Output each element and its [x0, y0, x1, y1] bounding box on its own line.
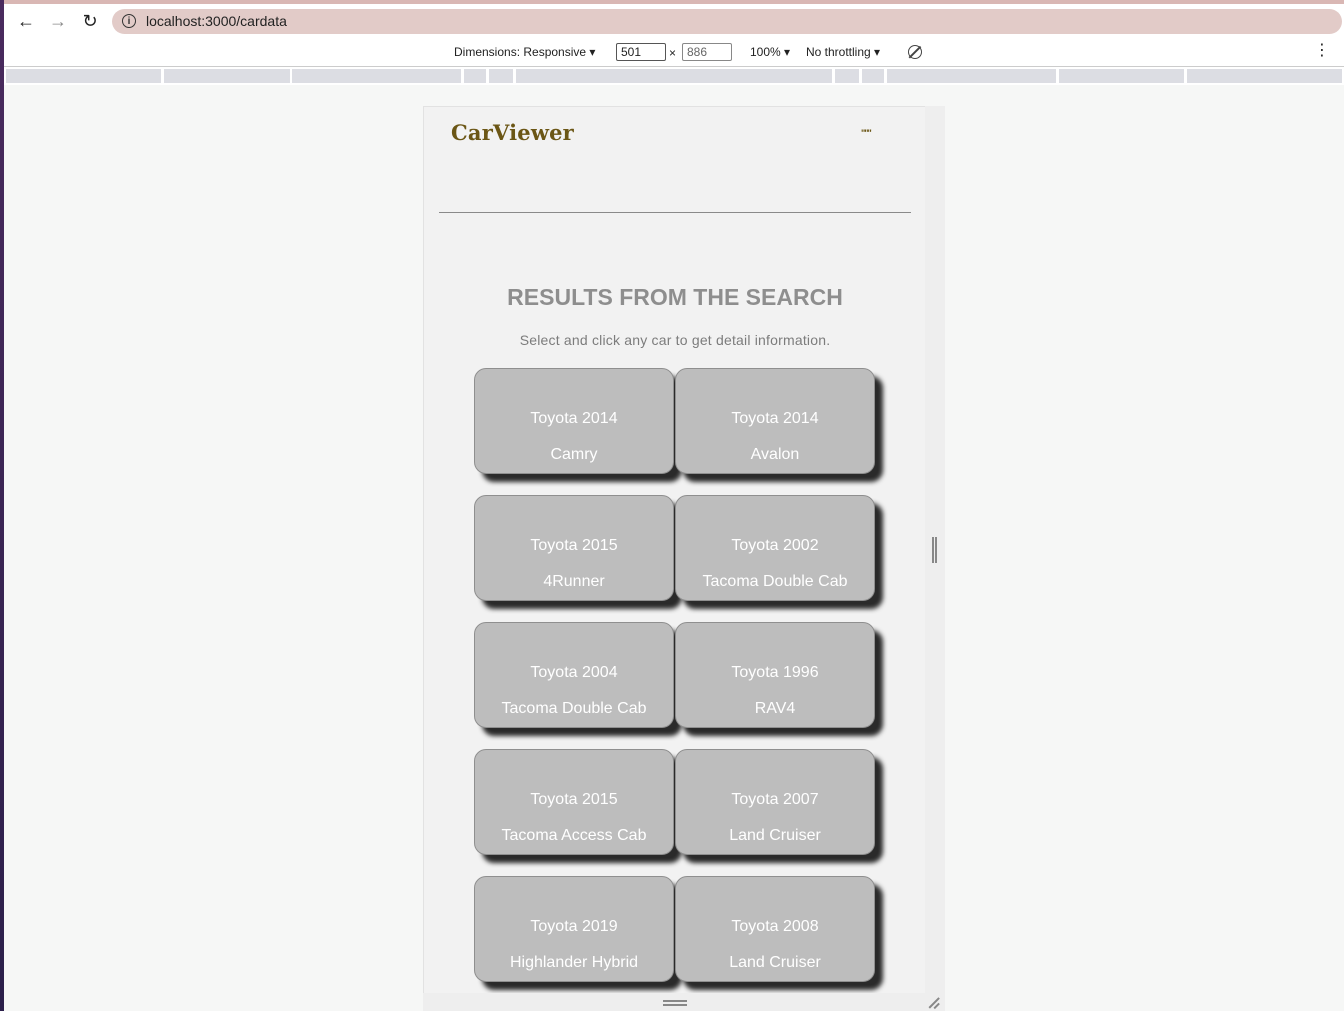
car-card[interactable]: Toyota 2019 Highlander Hybrid	[474, 876, 674, 982]
viewport-height-resize-handle[interactable]	[663, 1000, 687, 1006]
reload-icon[interactable]: ↻	[79, 11, 101, 31]
car-model: Land Cruiser	[729, 827, 821, 844]
car-model: Tacoma Access Cab	[501, 827, 647, 844]
window-edge	[0, 0, 4, 1011]
car-title: Toyota 2015	[530, 791, 618, 808]
media-query-segment[interactable]	[292, 69, 461, 83]
page-subtitle: Select and click any car to get detail i…	[519, 332, 831, 348]
throttling-dropdown[interactable]: No throttling ▾	[806, 45, 880, 59]
viewport-width-input[interactable]: 501	[616, 43, 666, 61]
car-card[interactable]: Toyota 1996 RAV4	[675, 622, 875, 728]
rotate-icon[interactable]	[908, 45, 922, 59]
car-model: Avalon	[750, 446, 800, 463]
back-arrow-icon[interactable]: ←	[15, 11, 37, 31]
viewport-corner-resize-icon[interactable]	[928, 997, 940, 1009]
car-title: Toyota 2019	[530, 918, 618, 935]
header-divider	[439, 212, 911, 213]
car-title: Toyota 2014	[530, 410, 618, 427]
car-model: Tacoma Double Cab	[501, 700, 647, 717]
car-card[interactable]: Toyota 2007 Land Cruiser	[675, 749, 875, 855]
car-title: Toyota 2014	[731, 410, 819, 427]
page-title: RESULTS FROM THE SEARCH	[507, 284, 843, 310]
car-card[interactable]: Toyota 2002 Tacoma Double Cab	[675, 495, 875, 601]
car-model: Camry	[550, 446, 598, 463]
dimension-separator: ×	[669, 46, 677, 60]
car-title: Toyota 1996	[731, 664, 819, 681]
site-info-icon[interactable]: i	[122, 14, 136, 28]
car-card[interactable]: Toyota 2014 Avalon	[675, 368, 875, 474]
media-query-bar	[4, 67, 1344, 85]
car-card[interactable]: Toyota 2004 Tacoma Double Cab	[474, 622, 674, 728]
browser-toolbar: ← → ↻ i localhost:3000/cardata	[4, 4, 1344, 38]
car-model: Land Cruiser	[729, 954, 821, 971]
car-model: Tacoma Double Cab	[702, 573, 848, 590]
media-query-segment[interactable]	[164, 69, 290, 83]
car-card[interactable]: Toyota 2008 Land Cruiser	[675, 876, 875, 982]
car-model: RAV4	[754, 700, 796, 717]
car-title: Toyota 2008	[731, 918, 819, 935]
media-query-segment[interactable]	[516, 69, 832, 83]
app-logo[interactable]: CarViewer	[451, 120, 574, 145]
dimensions-dropdown[interactable]: Dimensions: Responsive ▾	[454, 45, 595, 59]
more-options-icon[interactable]: ⋮	[1314, 43, 1330, 59]
media-query-segment[interactable]	[887, 69, 1056, 83]
media-query-segment[interactable]	[464, 69, 486, 83]
media-query-segment[interactable]	[489, 69, 513, 83]
media-query-segment[interactable]	[862, 69, 884, 83]
devtools-device-toolbar: Dimensions: Responsive ▾ 501 × 886 100% …	[4, 38, 1344, 67]
address-bar[interactable]: i localhost:3000/cardata	[112, 9, 1342, 34]
viewport-width-resize-handle[interactable]	[932, 537, 937, 563]
viewport-height-input[interactable]: 886	[682, 43, 732, 61]
device-viewport: CarViewer """ RESULTS FROM THE SEARCH Se…	[423, 106, 926, 994]
car-model: Highlander Hybrid	[509, 954, 639, 971]
car-title: Toyota 2004	[530, 664, 618, 681]
car-card[interactable]: Toyota 2015 Tacoma Access Cab	[474, 749, 674, 855]
car-model: 4Runner	[543, 573, 605, 590]
media-query-segment[interactable]	[6, 69, 161, 83]
hamburger-menu-icon[interactable]: """	[861, 128, 872, 138]
url-text: localhost:3000/cardata	[146, 13, 287, 29]
car-card[interactable]: Toyota 2015 4Runner	[474, 495, 674, 601]
media-query-segment[interactable]	[1059, 69, 1184, 83]
forward-arrow-icon[interactable]: →	[47, 11, 69, 31]
media-query-segment[interactable]	[835, 69, 859, 83]
car-card[interactable]: Toyota 2014 Camry	[474, 368, 674, 474]
car-title: Toyota 2007	[731, 791, 819, 808]
car-title: Toyota 2015	[530, 537, 618, 554]
zoom-dropdown[interactable]: 100% ▾	[750, 45, 790, 59]
car-title: Toyota 2002	[731, 537, 819, 554]
media-query-segment[interactable]	[1187, 69, 1342, 83]
